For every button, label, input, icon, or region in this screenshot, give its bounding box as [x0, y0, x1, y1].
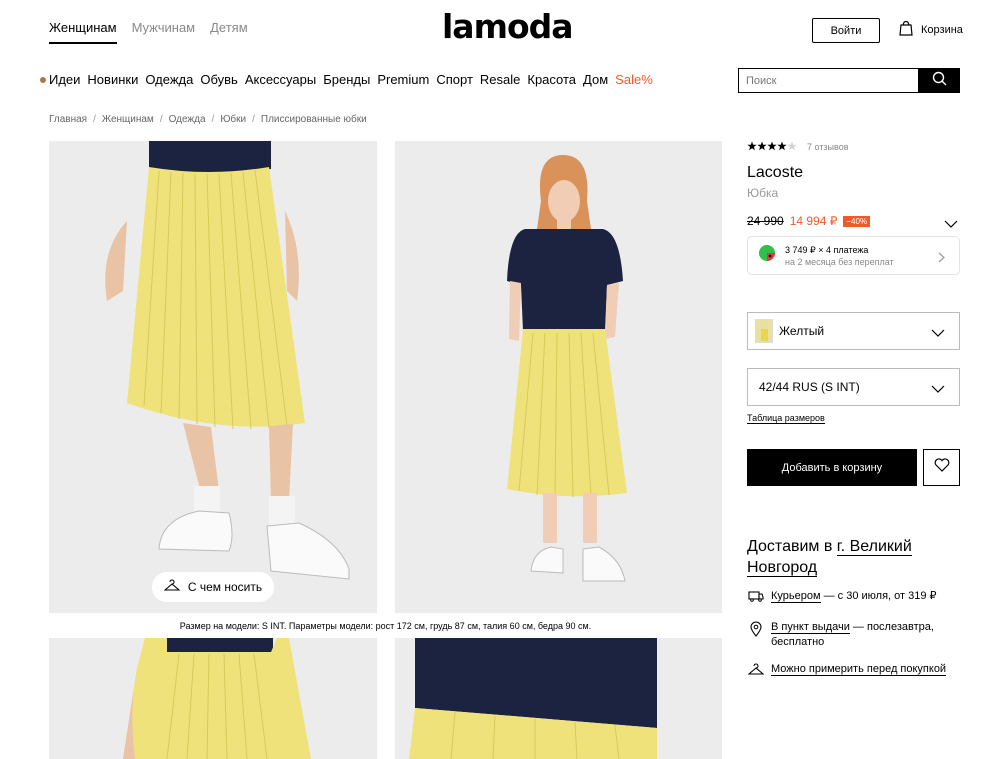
what-to-wear-label: С чем носить [187, 580, 263, 594]
cart-label: Корзина [921, 24, 963, 36]
add-to-cart-button[interactable]: Добавить в корзину [747, 449, 917, 486]
star-icon [757, 140, 767, 154]
product-type: Юбка [747, 186, 779, 200]
installment-text: 3 749 ₽ × 4 платежа на 2 месяца без пере… [785, 244, 894, 268]
star-icon [777, 140, 787, 154]
hanger-icon [163, 578, 181, 596]
search-icon [932, 71, 947, 91]
login-button[interactable]: Войти [812, 18, 880, 43]
nav-item[interactable]: Бренды [323, 72, 370, 87]
product-photo-2-image [395, 141, 722, 613]
star-icon [767, 140, 777, 154]
fitting-text: Можно примерить перед покупкой [771, 662, 947, 677]
heart-icon [934, 458, 950, 477]
nav-item[interactable]: Обувь [200, 72, 237, 87]
breadcrumb-item[interactable]: Женщинам [102, 114, 154, 125]
cart-link[interactable]: Корзина [899, 20, 963, 39]
category-nav: Идеи Новинки Одежда Обувь Аксессуары Бре… [40, 72, 653, 87]
product-photo-1[interactable] [49, 141, 377, 613]
fitting-link[interactable]: Можно примерить перед покупкой [771, 663, 947, 676]
nav-item[interactable]: Идеи [49, 72, 80, 87]
product-photo-3-image [49, 638, 377, 759]
courier-text: Курьером — с 30 июля, от 319 ₽ [771, 589, 937, 604]
product-rating[interactable]: 7 отзывов [747, 140, 849, 154]
breadcrumb-separator: / [159, 114, 163, 125]
installment-banner[interactable]: 3 749 ₽ × 4 платежа на 2 месяца без пере… [747, 236, 960, 275]
pickup-text: В пункт выдачи — послезавтра, бесплатно [771, 620, 967, 650]
chevron-right-icon [938, 250, 945, 268]
size-value: 42/44 RUS (S INT) [759, 380, 860, 394]
price-details-toggle[interactable] [944, 216, 958, 234]
reviews-count[interactable]: 7 отзывов [807, 142, 849, 152]
installment-subtitle: на 2 месяца без переплат [785, 256, 894, 267]
search-input[interactable] [738, 68, 918, 93]
delivery-title: Доставим в г. Великий Новгород [747, 536, 967, 578]
pickup-link[interactable]: В пункт выдачи [771, 621, 850, 634]
chevron-down-icon [944, 216, 958, 233]
delivery-courier: Курьером — с 30 июля, от 319 ₽ [747, 589, 967, 604]
nav-item[interactable]: Аксессуары [245, 72, 316, 87]
product-photo-4-image [395, 638, 722, 759]
nav-item[interactable]: Одежда [145, 72, 193, 87]
favorite-button[interactable] [923, 449, 960, 486]
tab-men[interactable]: Мужчинам [132, 20, 196, 44]
bag-icon [899, 20, 913, 39]
size-table-link[interactable]: Таблица размеров [747, 413, 825, 424]
delivery-pickup: В пункт выдачи — послезавтра, бесплатно [747, 620, 967, 650]
old-price: 24 990 [747, 214, 784, 228]
star-empty-icon [787, 140, 797, 154]
tab-kids[interactable]: Детям [210, 20, 248, 44]
product-photo-3[interactable] [49, 638, 377, 759]
star-icon [747, 140, 757, 154]
nav-item-sale[interactable]: Sale% [615, 72, 653, 87]
ideas-dot-icon [40, 76, 46, 83]
breadcrumb: Главная / Женщинам / Одежда / Юбки / Пли… [49, 114, 367, 125]
courier-details: — с 30 июля, от 319 ₽ [820, 590, 937, 602]
color-swatch [755, 319, 773, 343]
fitting-info: Можно примерить перед покупкой [747, 662, 967, 677]
installment-title: 3 749 ₽ × 4 платежа [785, 244, 869, 255]
chevron-down-icon [931, 383, 945, 397]
nav-item[interactable]: Новинки [87, 72, 138, 87]
nav-item[interactable]: Дом [583, 72, 608, 87]
product-photo-1-image [49, 141, 377, 613]
breadcrumb-item[interactable]: Юбки [220, 114, 246, 125]
discount-badge: −40% [843, 215, 871, 227]
gender-tabs: Женщинам Мужчинам Детям [49, 20, 248, 44]
chevron-down-icon [931, 327, 945, 341]
delivery-prefix: Доставим в [747, 538, 833, 555]
breadcrumb-separator: / [252, 114, 255, 125]
nav-item[interactable]: Красота [527, 72, 576, 87]
breadcrumb-item[interactable]: Главная [49, 114, 87, 125]
search-bar [738, 68, 960, 93]
nav-item[interactable]: Спорт [436, 72, 473, 87]
tab-women[interactable]: Женщинам [49, 20, 117, 44]
size-select[interactable]: 42/44 RUS (S INT) [747, 368, 960, 406]
breadcrumb-separator: / [211, 114, 215, 125]
nav-item[interactable]: Premium [377, 72, 429, 87]
product-brand[interactable]: Lacoste [747, 164, 803, 182]
price-row: 24 990 14 994 ₽ −40% [747, 214, 871, 228]
logo[interactable]: lamoda [442, 7, 574, 46]
color-value: Желтый [779, 324, 825, 338]
product-photo-4[interactable] [395, 638, 722, 759]
what-to-wear-button[interactable]: С чем носить [152, 572, 274, 602]
breadcrumb-separator: / [93, 114, 96, 125]
breadcrumb-item[interactable]: Одежда [169, 114, 206, 125]
courier-link[interactable]: Курьером [771, 590, 821, 603]
truck-icon [747, 589, 765, 604]
breadcrumb-item[interactable]: Плиссированные юбки [261, 114, 367, 125]
model-size-note: Размер на модели: S INT. Параметры модел… [179, 621, 592, 631]
product-photo-2[interactable] [395, 141, 722, 613]
nav-item[interactable]: Resale [480, 72, 520, 87]
color-select[interactable]: Желтый [747, 312, 960, 350]
new-price: 14 994 ₽ [789, 214, 838, 228]
hanger-icon [747, 662, 765, 677]
split-logo-icon [758, 244, 776, 267]
location-pin-icon [747, 620, 765, 650]
search-button[interactable] [918, 68, 960, 93]
